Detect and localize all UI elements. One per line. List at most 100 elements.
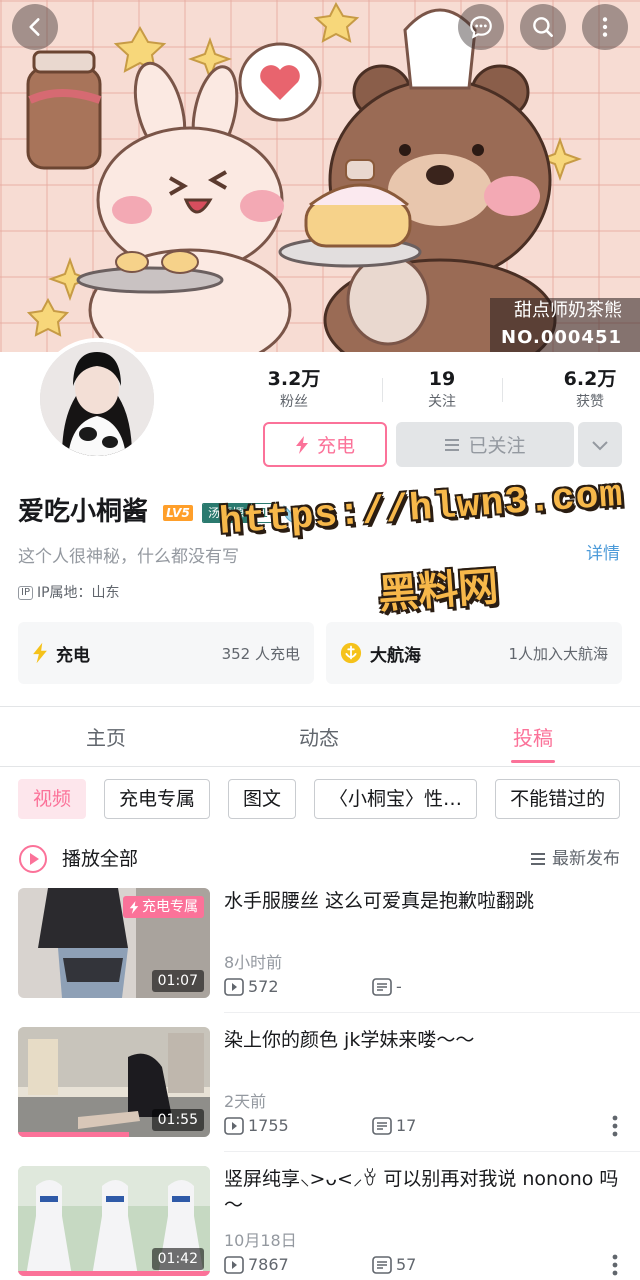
watermark-name: 黑料网 xyxy=(376,563,500,619)
followed-button[interactable]: 已关注 xyxy=(396,422,574,467)
video-thumbnail[interactable]: 01:42 xyxy=(18,1166,210,1276)
chip-image-text[interactable]: 图文 xyxy=(228,779,297,819)
back-button[interactable] xyxy=(12,4,58,50)
video-thumbnail[interactable]: 充电专属 01:07 xyxy=(18,888,210,998)
charge-exclusive-badge: 充电专属 xyxy=(123,896,204,918)
video-meta: 7867 57 xyxy=(224,1254,416,1276)
list-divider xyxy=(224,1151,640,1152)
more-vertical-icon[interactable] xyxy=(612,1254,618,1276)
stat-value: 19 xyxy=(428,368,456,390)
fleet-card-title: 大航海 xyxy=(370,645,421,666)
watermark-url: https://hlwn3.com xyxy=(218,473,625,545)
comment-count: - xyxy=(372,976,402,998)
ip-tag: IP xyxy=(18,586,33,600)
guard-wing-icon[interactable] xyxy=(280,502,304,526)
tab-active-indicator xyxy=(511,760,555,763)
tab-posts[interactable]: 投稿 xyxy=(473,722,593,754)
comment-count: 57 xyxy=(372,1254,416,1276)
chip-video[interactable]: 视频 xyxy=(18,779,87,819)
comment-count-value: 17 xyxy=(396,1116,417,1135)
stat-label: 关注 xyxy=(428,394,456,410)
level-badge: LV5 xyxy=(163,505,193,521)
ip-location-text: IP属地：山东 xyxy=(36,585,120,601)
search-button[interactable] xyxy=(520,4,566,50)
charge-button-label: 充电 xyxy=(316,435,355,457)
play-circle-icon xyxy=(19,845,47,873)
video-title[interactable]: 染上你的颜色 jk学妹来喽～～ xyxy=(224,1027,620,1053)
play-all-button[interactable]: 播放全部 xyxy=(18,844,138,874)
video-time: 2天前 xyxy=(224,1092,267,1111)
video-title[interactable]: 竖屏纯享⸜>ᴗ<⸝ꈊ 可以别再对我说 nonono 吗～ xyxy=(224,1166,620,1218)
chat-bubble-icon xyxy=(470,16,492,39)
chip-must-see[interactable]: 不能错过的 xyxy=(495,779,621,819)
video-time: 8小时前 xyxy=(224,953,283,972)
stat-likes[interactable]: 6.2万 获赞 xyxy=(530,366,640,412)
charge-button[interactable]: 充电 xyxy=(263,422,387,467)
comment-count-value: 57 xyxy=(396,1255,417,1274)
chip-collection[interactable]: 〈小桐宝〉性… xyxy=(314,779,478,819)
charge-card-desc: 352 人充电 xyxy=(221,644,300,663)
play-count: 7867 xyxy=(224,1254,289,1276)
fan-medal-level: 21 xyxy=(249,504,273,522)
video-item[interactable]: 01:55 染上你的颜色 jk学妹来喽～～ 2天前 1755 17 xyxy=(0,1027,640,1143)
banner-caption-title: 甜点师奶茶熊 xyxy=(490,298,640,324)
stat-value: 6.2万 xyxy=(563,368,617,390)
user-signature: 这个人很神秘，什么都没有写 xyxy=(18,547,239,567)
play-count-icon xyxy=(224,1256,244,1274)
lightning-icon xyxy=(295,435,308,454)
sort-button[interactable]: 最新发布 xyxy=(530,846,620,872)
video-item[interactable]: 01:42 竖屏纯享⸜>ᴗ<⸝ꈊ 可以别再对我说 nonono 吗～ 10月18… xyxy=(0,1166,640,1280)
watch-progress-bar xyxy=(18,1132,130,1137)
play-count-value: 572 xyxy=(248,977,279,996)
recommend-dropdown-button[interactable] xyxy=(578,422,622,467)
watermark: https://hlwn3.com 黑料网 xyxy=(218,474,625,618)
tab-home[interactable]: 主页 xyxy=(46,722,166,754)
lightning-icon xyxy=(129,900,139,914)
search-icon xyxy=(533,17,553,37)
ip-location: IP IP属地：山东 xyxy=(18,583,120,603)
section-divider xyxy=(0,706,640,707)
play-count-icon xyxy=(224,1117,244,1135)
video-title[interactable]: 水手服腰丝 这么可爱真是抱歉啦翻跳 xyxy=(224,888,620,914)
play-count-value: 7867 xyxy=(248,1255,289,1274)
user-name: 爱吃小桐酱 xyxy=(18,497,149,527)
more-button[interactable] xyxy=(582,4,628,50)
fleet-card[interactable]: 大航海 1人加入大航海 xyxy=(326,622,622,684)
video-duration: 01:55 xyxy=(151,1109,204,1131)
video-duration: 01:07 xyxy=(151,970,204,992)
sort-lines-icon xyxy=(531,853,545,865)
stat-following[interactable]: 19 关注 xyxy=(382,366,502,412)
avatar[interactable] xyxy=(36,338,158,460)
video-meta: 572 - xyxy=(224,976,402,998)
tab-dynamics[interactable]: 动态 xyxy=(259,722,379,754)
banner-caption-number: NO.000451 xyxy=(490,324,640,352)
watch-progress-bar xyxy=(18,1271,210,1276)
detail-link[interactable]: 详情 xyxy=(586,542,620,566)
more-vertical-icon[interactable] xyxy=(612,1115,618,1137)
video-meta: 1755 17 xyxy=(224,1115,416,1137)
sort-label: 最新发布 xyxy=(552,849,620,869)
video-duration: 01:42 xyxy=(151,1248,204,1270)
badge-label: 充电专属 xyxy=(142,899,198,915)
play-count: 1755 xyxy=(224,1115,289,1137)
list-divider xyxy=(224,1012,640,1013)
menu-lines-icon xyxy=(445,438,460,451)
fan-medal-badge[interactable]: 汤塬塬 21 xyxy=(202,503,274,523)
stat-value: 3.2万 xyxy=(267,368,321,390)
anchor-icon xyxy=(340,642,362,664)
comment-icon xyxy=(372,1117,392,1135)
video-item[interactable]: 充电专属 01:07 水手服腰丝 这么可爱真是抱歉啦翻跳 8小时前 572 - xyxy=(0,888,640,1004)
chip-charge-exclusive[interactable]: 充电专属 xyxy=(104,779,211,819)
more-vertical-icon xyxy=(602,17,608,37)
video-thumbnail[interactable]: 01:55 xyxy=(18,1027,210,1137)
chevron-down-icon xyxy=(592,440,608,450)
fan-medal-name: 汤塬塬 xyxy=(203,504,250,522)
comment-count-value: - xyxy=(396,977,402,996)
play-all-label: 播放全部 xyxy=(62,848,139,870)
play-count-value: 1755 xyxy=(248,1116,289,1135)
charge-card[interactable]: 充电 352 人充电 xyxy=(18,622,314,684)
message-button[interactable] xyxy=(458,4,504,50)
comment-count: 17 xyxy=(372,1115,416,1137)
stat-divider xyxy=(502,378,503,402)
stat-fans[interactable]: 3.2万 粉丝 xyxy=(234,366,354,412)
